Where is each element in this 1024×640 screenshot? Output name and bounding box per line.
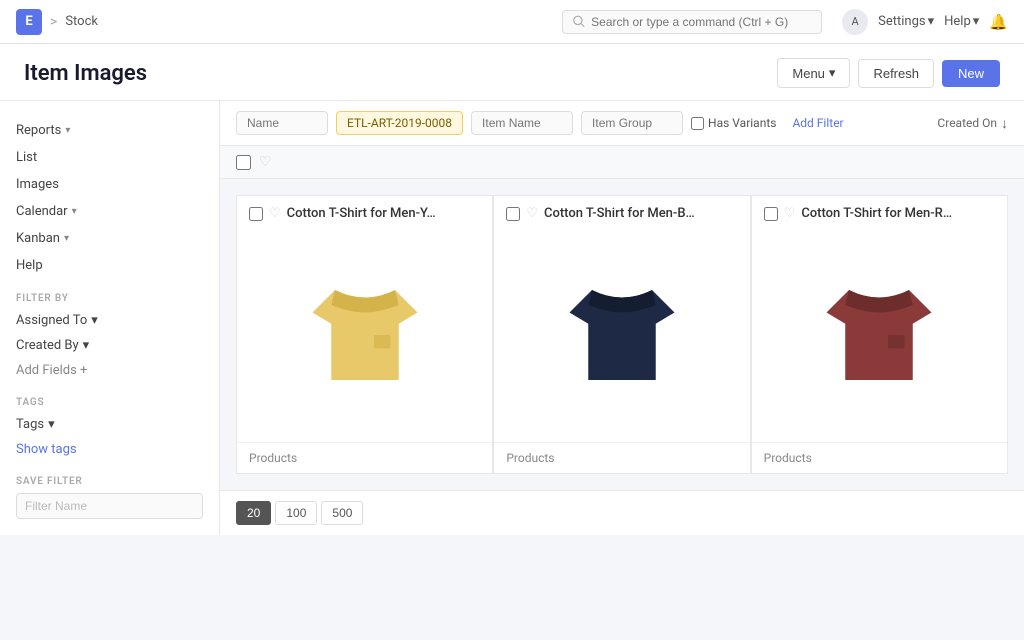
main-content: Reports ▾ List Images Calendar ▾ Kanban … (0, 101, 1024, 535)
card-header-0: ♡ Cotton T-Shirt for Men-Y… (237, 196, 492, 227)
card-favorite-2[interactable]: ♡ (784, 206, 796, 221)
add-filter-button[interactable]: Add Filter (784, 112, 851, 134)
created-on-sort[interactable]: Created On ↓ (937, 115, 1008, 132)
filter-name-input[interactable] (16, 493, 203, 519)
help-button[interactable]: Help ▾ (944, 14, 979, 29)
right-panel: ETL-ART-2019-0008 Has Variants Add Filte… (220, 101, 1024, 535)
filter-name-chip[interactable] (236, 111, 328, 135)
topbar: E > Stock A Settings ▾ Help ▾ 🔔 (0, 0, 1024, 44)
save-filter-label: SAVE FILTER (0, 462, 219, 493)
page-size-100[interactable]: 100 (275, 501, 317, 525)
card-header-1: ♡ Cotton T-Shirt for Men-B… (494, 196, 749, 227)
filter-item-group-chip[interactable] (581, 111, 683, 135)
notifications-icon[interactable]: 🔔 (989, 13, 1008, 31)
card-image-0 (237, 227, 492, 442)
breadcrumb: Stock (65, 14, 98, 29)
has-variants-checkbox[interactable] (691, 117, 704, 130)
select-all-checkbox[interactable] (236, 155, 251, 170)
sort-icon: ↓ (1001, 115, 1008, 132)
card-footer-2: Products (752, 442, 1007, 473)
product-card-1[interactable]: ♡ Cotton T-Shirt for Men-B… Products (493, 195, 750, 474)
card-favorite-0[interactable]: ♡ (269, 206, 281, 221)
caret-icon: ▾ (72, 206, 77, 217)
new-button[interactable]: New (942, 60, 1000, 87)
tags-filter[interactable]: Tags ▾ (0, 412, 219, 437)
tags-label: TAGS (0, 383, 219, 412)
caret-icon: ▾ (91, 313, 98, 328)
card-footer-0: Products (237, 442, 492, 473)
search-icon (573, 15, 585, 28)
product-card-2[interactable]: ♡ Cotton T-Shirt for Men-R… Products (751, 195, 1008, 474)
sidebar-item-kanban[interactable]: Kanban ▾ (16, 225, 203, 252)
topbar-right: A Settings ▾ Help ▾ 🔔 (842, 9, 1008, 35)
caret-icon: ▾ (65, 125, 70, 136)
card-title-0: Cotton T-Shirt for Men-Y… (287, 206, 436, 221)
toolbar-row: ♡ (220, 146, 1024, 179)
page-header: Item Images Menu ▾ Refresh New (0, 44, 1024, 101)
pagination-bar: 20 100 500 (220, 490, 1024, 535)
card-image-2 (752, 227, 1007, 442)
page-size-20[interactable]: 20 (236, 501, 271, 525)
product-card-0[interactable]: ♡ Cotton T-Shirt for Men-Y… Products (236, 195, 493, 474)
caret-icon: ▾ (83, 338, 90, 353)
caret-icon: ▾ (48, 417, 55, 432)
search-input[interactable] (591, 15, 811, 29)
global-search[interactable] (562, 10, 822, 34)
images-grid: ♡ Cotton T-Shirt for Men-Y… Products (220, 179, 1024, 490)
sidebar-nav: Reports ▾ List Images Calendar ▾ Kanban … (0, 117, 219, 279)
refresh-button[interactable]: Refresh (858, 59, 934, 88)
sidebar-item-list[interactable]: List (16, 144, 203, 171)
card-image-1 (494, 227, 749, 442)
card-footer-1: Products (494, 442, 749, 473)
item-group-filter-input[interactable] (592, 116, 672, 130)
card-checkbox-1[interactable] (506, 207, 520, 221)
filter-by-label: FILTER BY (0, 279, 219, 308)
show-tags-link[interactable]: Show tags (0, 437, 219, 462)
menu-button[interactable]: Menu ▾ (777, 58, 850, 88)
breadcrumb-separator: > (50, 14, 57, 30)
caret-icon: ▾ (64, 233, 69, 244)
name-filter-input[interactable] (247, 116, 317, 130)
favorite-icon[interactable]: ♡ (259, 154, 272, 170)
card-title-2: Cotton T-Shirt for Men-R… (801, 206, 952, 221)
sidebar-item-help[interactable]: Help (16, 252, 203, 279)
sidebar-item-reports[interactable]: Reports ▾ (16, 117, 203, 144)
app-icon[interactable]: E (16, 9, 42, 35)
filter-created-by[interactable]: Created By ▾ (0, 333, 219, 358)
card-title-1: Cotton T-Shirt for Men-B… (544, 206, 695, 221)
filter-item-name-chip[interactable] (471, 111, 573, 135)
card-checkbox-0[interactable] (249, 207, 263, 221)
card-checkbox-2[interactable] (764, 207, 778, 221)
add-fields-link[interactable]: Add Fields + (0, 358, 219, 383)
sidebar: Reports ▾ List Images Calendar ▾ Kanban … (0, 101, 220, 535)
card-favorite-1[interactable]: ♡ (526, 206, 538, 221)
settings-button[interactable]: Settings ▾ (878, 14, 934, 29)
sidebar-item-calendar[interactable]: Calendar ▾ (16, 198, 203, 225)
has-variants-filter[interactable]: Has Variants (691, 116, 776, 130)
filters-bar: ETL-ART-2019-0008 Has Variants Add Filte… (220, 101, 1024, 146)
page-size-500[interactable]: 500 (321, 501, 363, 525)
avatar[interactable]: A (842, 9, 868, 35)
card-header-2: ♡ Cotton T-Shirt for Men-R… (752, 196, 1007, 227)
page-title: Item Images (24, 61, 147, 86)
filter-code-chip[interactable]: ETL-ART-2019-0008 (336, 111, 463, 135)
page-actions: Menu ▾ Refresh New (777, 58, 1000, 88)
filter-assigned-to[interactable]: Assigned To ▾ (0, 308, 219, 333)
sidebar-item-images[interactable]: Images (16, 171, 203, 198)
item-name-filter-input[interactable] (482, 116, 562, 130)
